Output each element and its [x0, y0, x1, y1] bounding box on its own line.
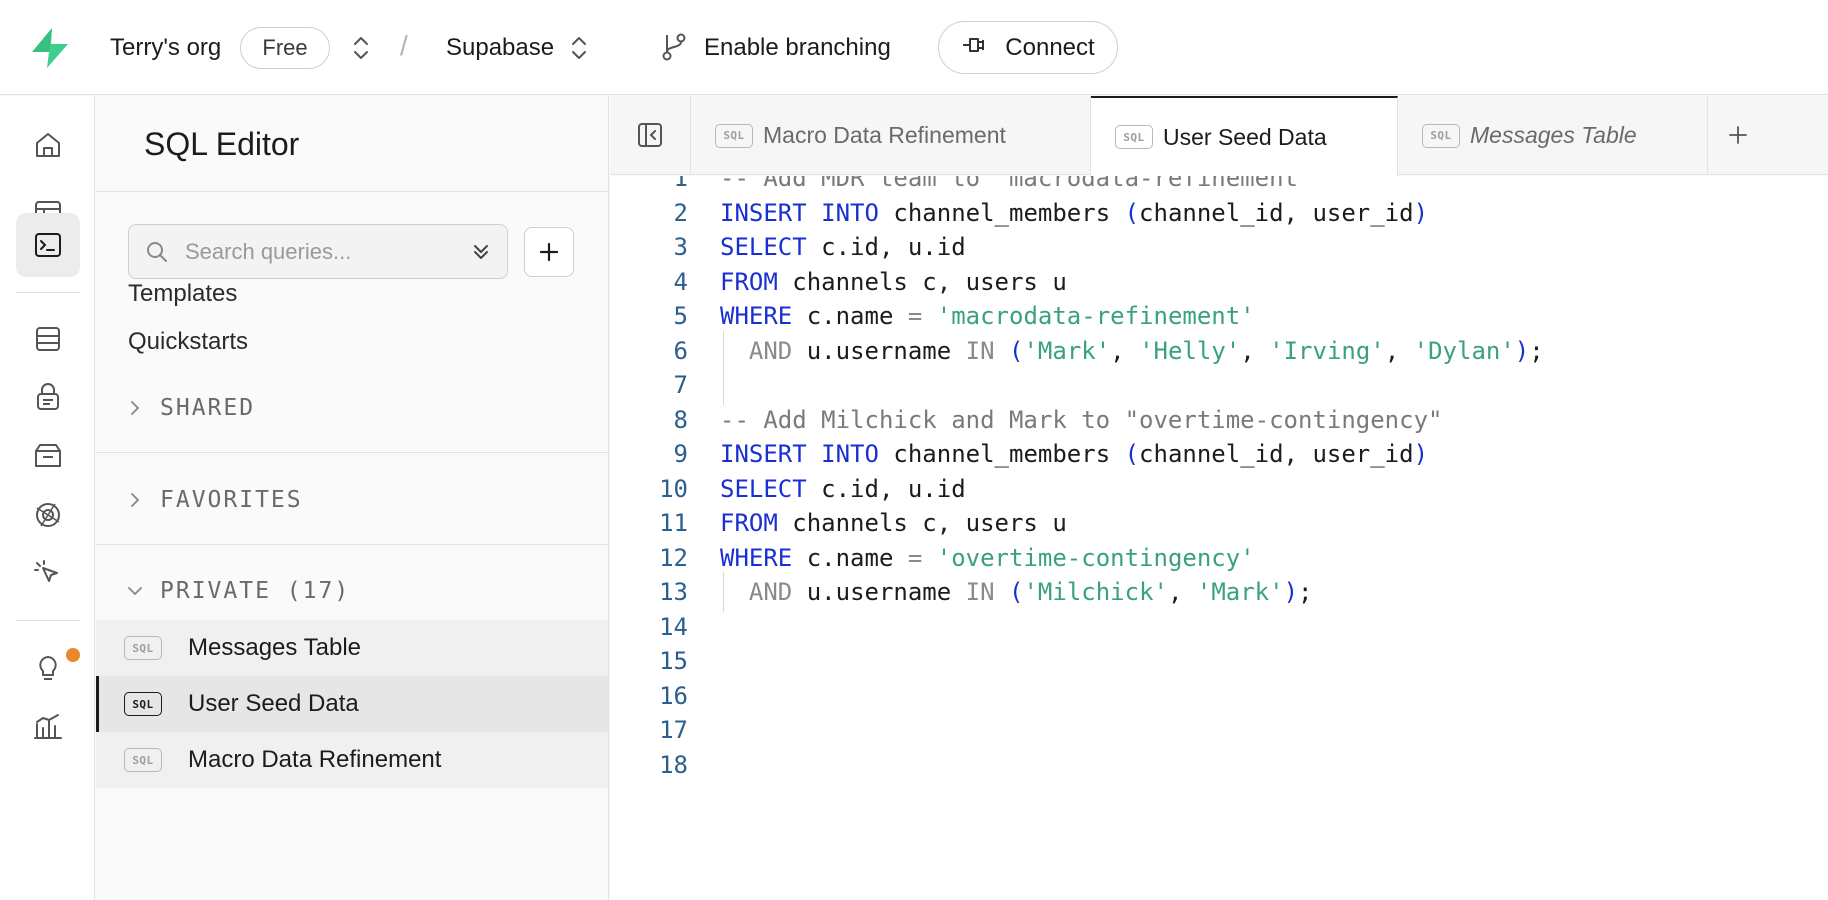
- private-section-header[interactable]: PRIVATE (17): [96, 561, 608, 621]
- query-item-label: User Seed Data: [188, 690, 359, 717]
- tab-label: User Seed Data: [1163, 123, 1327, 150]
- database-icon[interactable]: [16, 307, 80, 371]
- private-section-label: PRIVATE (17): [160, 578, 351, 604]
- sql-file-icon: SQL: [1115, 125, 1153, 149]
- tab-user-seed-data[interactable]: SQL User Seed Data: [1091, 96, 1398, 176]
- reports-icon[interactable]: [16, 695, 80, 759]
- favorites-section-header[interactable]: FAVORITES: [96, 470, 608, 530]
- tab-label: Messages Table: [1470, 122, 1637, 148]
- divider: [96, 191, 608, 192]
- active-indicator: [96, 676, 99, 732]
- search-icon: [147, 242, 167, 262]
- notification-dot: [66, 648, 80, 662]
- storage-icon[interactable]: [16, 424, 80, 488]
- sql-code-editor[interactable]: 1 -- Add MDR team to "macrodata-refinemen…: [610, 176, 1828, 900]
- realtime-icon[interactable]: [16, 483, 80, 547]
- supabase-logo-icon[interactable]: [28, 26, 72, 70]
- breadcrumb-separator: /: [400, 30, 408, 61]
- tab-label: Macro Data Refinement: [763, 122, 1006, 148]
- sidebar-title: SQL Editor: [144, 126, 300, 162]
- cursor-icon[interactable]: [16, 542, 80, 606]
- plus-icon: [539, 242, 559, 262]
- rail-divider: [16, 292, 80, 293]
- chevron-down-icon: [128, 587, 142, 596]
- favorites-section-label: FAVORITES: [160, 487, 303, 513]
- sql-file-icon: SQL: [1422, 123, 1460, 148]
- search-queries-box[interactable]: [128, 224, 508, 279]
- new-query-button[interactable]: [524, 227, 574, 277]
- query-item-messages-table[interactable]: SQL Messages Table: [96, 620, 608, 676]
- project-switcher-chevrons-icon[interactable]: [568, 33, 590, 63]
- search-input[interactable]: [185, 235, 455, 269]
- sql-file-icon: SQL: [124, 692, 162, 716]
- editor-tab-bar: SQL Macro Data Refinement SQL User Seed …: [610, 96, 1828, 176]
- tab-macro-data-refinement[interactable]: SQL Macro Data Refinement: [691, 96, 1091, 175]
- enable-branching-button[interactable]: Enable branching: [704, 34, 891, 62]
- code-line[interactable]: 18: [610, 745, 1828, 785]
- git-branch-icon[interactable]: [660, 32, 688, 62]
- auth-lock-icon[interactable]: [16, 365, 80, 429]
- query-item-macro-data-refinement[interactable]: SQL Macro Data Refinement: [96, 732, 608, 788]
- top-bar: Terry's org Free / Supabase Enable branc…: [0, 0, 1828, 95]
- divider: [96, 544, 608, 545]
- chevron-right-icon: [131, 401, 140, 415]
- chevron-right-icon: [131, 493, 140, 507]
- plug-icon: [961, 34, 991, 62]
- tab-messages-table[interactable]: SQL Messages Table: [1398, 96, 1708, 175]
- query-item-label: Messages Table: [188, 634, 361, 661]
- icon-rail: [0, 96, 95, 900]
- chevrons-down-icon[interactable]: [469, 240, 493, 264]
- plan-badge: Free: [240, 27, 330, 69]
- sidebar-collapse-icon: [638, 123, 662, 147]
- query-item-user-seed-data[interactable]: SQL User Seed Data: [96, 676, 608, 732]
- sql-file-icon: SQL: [124, 636, 162, 660]
- sql-editor-sidebar: SQL Editor Templates Quickstarts SHARED …: [96, 96, 609, 900]
- project-name[interactable]: Supabase: [446, 34, 554, 62]
- advisor-bulb-icon[interactable]: [16, 637, 80, 701]
- shared-section-header[interactable]: SHARED: [96, 378, 608, 438]
- rail-divider: [16, 620, 80, 621]
- sql-file-icon: SQL: [124, 748, 162, 772]
- templates-link[interactable]: Templates: [128, 280, 237, 308]
- org-name[interactable]: Terry's org: [110, 34, 221, 62]
- toggle-sidebar-button[interactable]: [610, 96, 691, 174]
- query-item-label: Macro Data Refinement: [188, 746, 442, 773]
- shared-section-label: SHARED: [160, 395, 256, 421]
- sql-editor-icon[interactable]: [16, 213, 80, 277]
- divider: [96, 452, 608, 453]
- connect-label: Connect: [1005, 33, 1095, 61]
- quickstarts-link[interactable]: Quickstarts: [128, 328, 248, 356]
- plus-icon: [1729, 126, 1747, 144]
- line-number: 18: [659, 750, 688, 779]
- connect-button[interactable]: Connect: [938, 21, 1118, 74]
- sql-file-icon: SQL: [715, 123, 753, 148]
- home-icon[interactable]: [16, 113, 80, 177]
- new-tab-button[interactable]: [1708, 96, 1768, 174]
- org-switcher-chevrons-icon[interactable]: [350, 33, 372, 63]
